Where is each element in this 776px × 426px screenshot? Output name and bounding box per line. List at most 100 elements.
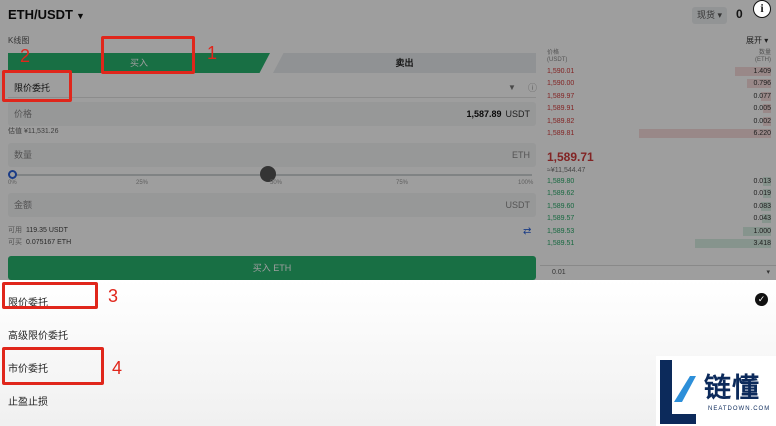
menu-item-stop[interactable]: 止盈止损: [8, 393, 48, 408]
trade-tabs: 买入 卖出: [8, 53, 536, 73]
bid-qty: 0.013: [753, 178, 771, 185]
market-type-label: 现货: [697, 10, 716, 20]
watermark: 链懂 NEATDOWN.COM: [656, 356, 776, 426]
annotation-number: 3: [108, 286, 119, 306]
watermark-brand: 链懂: [704, 373, 760, 404]
chevron-down-icon: ▾: [766, 269, 770, 276]
watermark-domain: NEATDOWN.COM: [708, 406, 771, 412]
bid-row[interactable]: 1,589.62 0.019: [547, 188, 771, 199]
ask-row[interactable]: 1,589.91 0.005: [547, 103, 771, 114]
info-icon[interactable]: i: [753, 0, 771, 18]
bid-qty: 0.019: [753, 190, 771, 198]
ask-row[interactable]: 1,589.97 0.077: [547, 91, 771, 102]
amount-label: 金额: [14, 200, 33, 210]
ask-depth-bar: [638, 129, 771, 138]
bid-price: 1,589.51: [547, 240, 575, 247]
ask-qty: 6.220: [753, 130, 771, 137]
pair-label: ETH/USDT: [8, 7, 73, 22]
bid-qty: 0.043: [753, 215, 771, 223]
ask-row[interactable]: 1,590.01 1.409: [547, 66, 771, 77]
buyable-eth: 可买 0.075167 ETH: [8, 237, 71, 247]
annotation-box-order-type: [2, 70, 72, 102]
bid-price: 1,589.62: [547, 190, 575, 198]
quantity-unit: ETH: [512, 150, 530, 160]
qty-header: 数量: [758, 50, 771, 56]
price-estimate: 估值 ¥11,531.26: [8, 128, 59, 135]
quantity-label: 数量: [14, 150, 33, 160]
bid-qty: 1.000: [753, 227, 771, 235]
expand-label: 展开: [746, 36, 762, 45]
ask-qty: 0.077: [753, 92, 771, 100]
ask-row[interactable]: 1,589.82 0.002: [547, 116, 771, 127]
quantity-input[interactable]: 数量 ETH: [8, 143, 536, 167]
ask-qty: 0.002: [753, 117, 771, 125]
price-unit-header: (USDT): [547, 57, 568, 63]
chevron-down-icon: ▼: [76, 11, 85, 21]
slider-tick: 100%: [518, 180, 534, 186]
bid-price: 1,589.60: [547, 202, 575, 210]
buy-eth-button[interactable]: 买入 ETH: [8, 256, 536, 280]
available-label: 可用: [8, 227, 22, 234]
annotation-box-buy-tab: [101, 36, 195, 74]
bid-qty: 0.083: [753, 202, 771, 210]
ask-qty: 1.409: [753, 68, 771, 75]
orderbook-header: 价格 (USDT) 数量 (ETH): [547, 50, 771, 64]
bid-row[interactable]: 1,589.57 0.043: [547, 213, 771, 224]
header-right-text: 0: [736, 7, 743, 21]
order-type-select[interactable]: 限价委托 ▼ ⓘ: [8, 78, 537, 98]
slider-tick: 25%: [136, 180, 149, 186]
ask-price: 1,589.82: [547, 117, 575, 125]
pair-selector[interactable]: ETH/USDT ▼: [8, 7, 85, 22]
buyable-value: 0.075167 ETH: [26, 239, 72, 246]
price-value: 1,587.89: [466, 109, 502, 119]
ask-price: 1,589.91: [547, 105, 575, 113]
ask-row[interactable]: 1,590.00 0.796: [547, 78, 771, 89]
bid-price: 1,589.80: [547, 178, 575, 185]
annotation-number: 1: [207, 43, 218, 63]
kline-label[interactable]: K线图: [8, 35, 29, 46]
last-price: 1,589.71: [547, 150, 594, 164]
bid-row[interactable]: 1,589.60 0.083: [547, 201, 771, 212]
bid-price: 1,589.53: [547, 227, 575, 235]
qty-unit-header: (ETH): [755, 57, 771, 63]
ask-qty: 0.005: [753, 105, 771, 113]
market-type-chip[interactable]: 现货 ▾: [692, 7, 728, 24]
last-price-cny: ≈¥11,544.47: [547, 167, 586, 174]
expand-toggle[interactable]: 展开 ▾: [746, 35, 768, 46]
price-header: 价格: [547, 50, 560, 56]
slider-tick: 0%: [8, 180, 17, 186]
ask-price: 1,589.97: [547, 92, 575, 100]
annotation-number: 4: [112, 358, 123, 378]
menu-item-advanced-limit[interactable]: 高级限价委托: [8, 327, 68, 342]
price-label: 价格: [14, 109, 33, 119]
bid-row[interactable]: 1,589.80 0.013: [547, 176, 771, 187]
precision-select[interactable]: 0.01 ▾: [540, 265, 776, 280]
buyable-label: 可买: [8, 239, 22, 246]
ask-qty: 0.796: [753, 80, 771, 88]
price-input[interactable]: 价格 1,587.89 USDT: [8, 102, 536, 126]
chevron-down-icon: ▼: [508, 83, 516, 92]
ask-row[interactable]: 1,589.81 6.220: [547, 128, 771, 139]
swap-icon[interactable]: ⇄: [523, 226, 531, 237]
tab-sell[interactable]: 卖出: [273, 53, 536, 73]
slider-start-dot: [8, 170, 17, 179]
bid-qty: 3.418: [753, 240, 771, 247]
ask-price: 1,589.81: [547, 130, 575, 137]
price-unit: USDT: [505, 109, 531, 119]
amount-unit: USDT: [505, 200, 531, 210]
annotation-number: 2: [20, 46, 31, 66]
slider-tick: 75%: [396, 180, 409, 186]
annotation-box-market: [2, 347, 104, 385]
amount-input[interactable]: 金额 USDT: [8, 193, 536, 217]
check-icon: ✓: [755, 293, 768, 306]
annotation-box-limit: [2, 282, 98, 309]
slider-tick: 50%: [270, 180, 283, 186]
bid-row[interactable]: 1,589.51 3.418: [547, 238, 771, 249]
quantity-slider[interactable]: [8, 166, 532, 182]
available-usdt: 可用 119.35 USDT: [8, 225, 68, 235]
bid-price: 1,589.57: [547, 215, 575, 223]
bid-row[interactable]: 1,589.53 1.000: [547, 226, 771, 237]
ask-price: 1,590.00: [547, 80, 575, 88]
available-value: 119.35 USDT: [26, 227, 68, 234]
info-circle-icon[interactable]: ⓘ: [528, 78, 537, 98]
